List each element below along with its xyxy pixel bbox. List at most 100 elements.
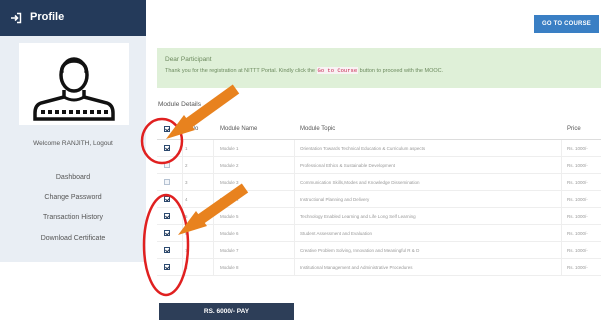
column-divider (213, 140, 214, 156)
pay-button[interactable]: RS. 6000/- PAY (159, 303, 294, 320)
row-select-cell[interactable] (164, 208, 178, 224)
cell-module-topic: Instructional Planning and Delivery (300, 196, 370, 202)
cell-module-topic: Orientation Towards Technical Education … (300, 145, 426, 151)
column-divider (294, 157, 295, 173)
header-module-topic: Module Topic (300, 125, 336, 132)
section-label: Module Details (158, 101, 201, 108)
avatar (19, 43, 129, 125)
cell-sno: 5 (185, 213, 188, 219)
cell-sno: 3 (185, 179, 188, 185)
module-checkbox[interactable] (164, 179, 170, 185)
cell-module-topic: Communication Skills,Modes and Knowledge… (300, 179, 420, 185)
column-divider (213, 157, 214, 173)
cell-module-topic: Technology Enabled Learning and Life Lon… (300, 213, 416, 219)
table-row: 3 Module 3 Communication Skills,Modes and … (157, 174, 601, 191)
module-checkbox[interactable] (164, 264, 170, 270)
sign-in-icon (11, 12, 22, 24)
alert-message: Thank you for the registration at NITTT … (165, 67, 443, 74)
column-divider (213, 174, 214, 190)
alert-heading: Dear Participant (165, 56, 212, 63)
cell-module-name: Module 4 (220, 196, 239, 202)
module-checkbox[interactable] (164, 162, 170, 168)
module-checkbox[interactable] (164, 230, 170, 236)
column-divider (294, 259, 295, 275)
cell-price: Rs. 1000/- (567, 196, 588, 202)
cell-module-name: Module 3 (220, 179, 239, 185)
cell-module-name: Module 5 (220, 213, 239, 219)
row-select-cell[interactable] (164, 191, 178, 207)
select-all-checkbox[interactable] (164, 125, 170, 132)
cell-module-name: Module 1 (220, 145, 239, 151)
module-checkbox[interactable] (164, 196, 170, 202)
header-sno: S No (185, 125, 199, 132)
alert-text-pre: Thank you for the registration at NITTT … (165, 68, 317, 74)
welcome-text[interactable]: Welcome RANJITH, Logout (0, 140, 146, 147)
column-divider (213, 225, 214, 241)
cell-sno: 2 (185, 162, 188, 168)
column-divider (561, 191, 562, 207)
cell-module-name: Module 8 (220, 264, 239, 270)
column-divider (182, 259, 183, 275)
table-row: 7 Module 7 Creative Problem Solving, Innov… (157, 242, 601, 259)
column-divider (213, 208, 214, 224)
success-alert: Dear Participant Thank you for the regis… (157, 48, 601, 88)
column-divider (213, 242, 214, 258)
column-divider (561, 157, 562, 173)
row-select-cell[interactable] (164, 157, 178, 173)
sidebar-header: Profile (0, 0, 146, 36)
column-divider (213, 259, 214, 275)
column-divider (213, 191, 214, 207)
row-select-cell[interactable] (164, 242, 178, 258)
column-divider (182, 242, 183, 258)
row-select-cell[interactable] (164, 174, 178, 190)
module-checkbox[interactable] (164, 247, 170, 253)
column-divider (294, 225, 295, 241)
go-to-course-button[interactable]: GO TO COURSE (534, 15, 599, 33)
cell-sno: 1 (185, 145, 188, 151)
column-divider (561, 225, 562, 241)
sidebar-title: Profile (30, 11, 65, 23)
row-select-cell[interactable] (164, 259, 178, 275)
column-divider (182, 225, 183, 241)
table-row: 6 Module 6 Student Assessment and Evaluati… (157, 225, 601, 242)
column-divider (294, 140, 295, 156)
cell-price: Rs. 1000/- (567, 230, 588, 236)
column-divider (561, 208, 562, 224)
sidebar-link-download-certificate[interactable]: Download Certificate (0, 235, 146, 242)
table-row: 5 Module 5 Technology Enabled Learning and… (157, 208, 601, 225)
row-select-cell[interactable] (164, 225, 178, 241)
column-divider (182, 208, 183, 224)
cell-module-name: Module 2 (220, 162, 239, 168)
user-avatar-icon (33, 57, 115, 121)
column-divider (561, 259, 562, 275)
table-row: 4 Module 4 Instructional Planning and Deli… (157, 191, 601, 208)
header-select-cell[interactable] (164, 118, 178, 139)
sidebar: Profile Welcome RANJITH, Logout Dashboar… (0, 0, 146, 262)
module-checkbox[interactable] (164, 145, 170, 151)
module-checkbox[interactable] (164, 213, 170, 219)
table-row: 1 Module 1 Orientation Towards Technical E… (157, 140, 601, 157)
cell-sno: 7 (185, 247, 188, 253)
sidebar-link-transaction-history[interactable]: Transaction History (0, 214, 146, 221)
cell-sno: 8 (185, 264, 188, 270)
cell-price: Rs. 1000/- (567, 213, 588, 219)
sidebar-link-change-password[interactable]: Change Password (0, 194, 146, 201)
table-row: 8 Module 8 Institutional Management and Ad… (157, 259, 601, 276)
row-select-cell[interactable] (164, 140, 178, 156)
column-divider (294, 242, 295, 258)
cell-module-name: Module 7 (220, 247, 239, 253)
table-row: 2 Module 2 Professional Ethics & Sustainab… (157, 157, 601, 174)
alert-text-post: button to proceed with the MOOC. (358, 68, 444, 74)
cell-module-topic: Student Assessment and Evaluation (300, 230, 373, 236)
cell-price: Rs. 1000/- (567, 162, 588, 168)
column-divider (561, 242, 562, 258)
cell-module-topic: Institutional Management and Administrat… (300, 264, 413, 270)
column-divider (561, 174, 562, 190)
column-divider (294, 174, 295, 190)
table-header-row: S No Module Name Module Topic Price (157, 118, 601, 140)
cell-module-topic: Professional Ethics & Sustainable Develo… (300, 162, 396, 168)
column-divider (182, 191, 183, 207)
cell-price: Rs. 1000/- (567, 145, 588, 151)
column-divider (561, 140, 562, 156)
sidebar-link-dashboard[interactable]: Dashboard (0, 174, 146, 181)
